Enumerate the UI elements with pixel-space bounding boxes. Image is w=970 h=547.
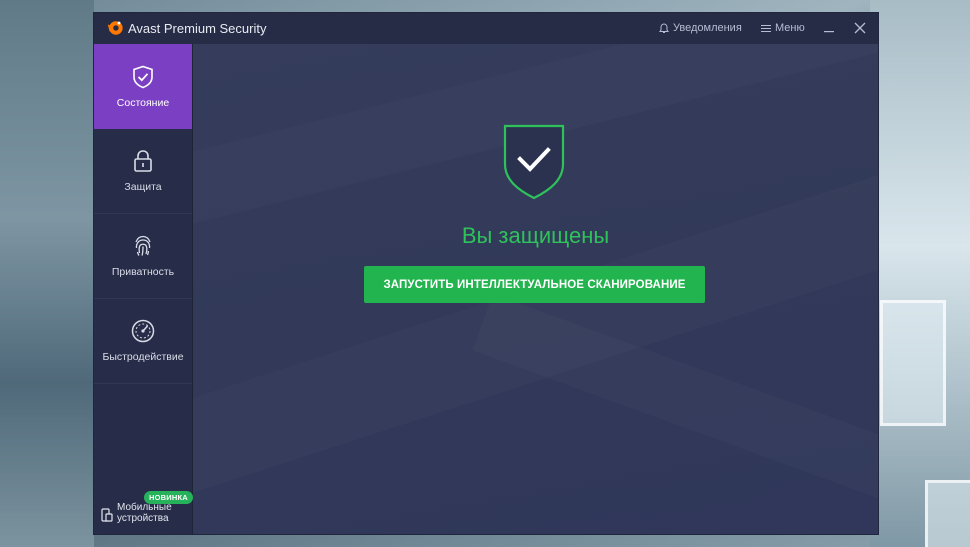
- sidebar-item-privacy[interactable]: Приватность: [94, 214, 192, 299]
- hamburger-icon: [761, 24, 771, 32]
- bell-icon: [659, 22, 669, 33]
- sidebar-item-protection[interactable]: Защита: [94, 129, 192, 214]
- close-button[interactable]: [849, 17, 871, 39]
- app-title: Avast Premium Security: [128, 21, 267, 36]
- fingerprint-icon: [135, 235, 151, 256]
- mobile-devices-label: Мобильные устройства: [117, 502, 187, 524]
- close-icon: [854, 22, 866, 34]
- speedometer-icon: [131, 319, 155, 343]
- sidebar-item-label: Быстродействие: [102, 351, 184, 363]
- desktop-background-right: [870, 0, 970, 547]
- app-window: Avast Premium Security Уведомления Меню: [94, 13, 878, 534]
- title-bar: Avast Premium Security Уведомления Меню: [94, 13, 878, 44]
- sidebar-item-status[interactable]: Состояние: [94, 44, 192, 129]
- desktop-window-logo-pane: [880, 300, 946, 426]
- sidebar-item-label: Защита: [124, 181, 162, 193]
- lock-icon: [134, 150, 152, 172]
- mobile-device-icon: [101, 508, 113, 522]
- sidebar: Состояние Защита Приватность Быстродейст…: [94, 44, 193, 534]
- minimize-button[interactable]: [818, 17, 840, 39]
- notifications-button[interactable]: Уведомления: [659, 22, 742, 34]
- protected-shield-icon: [503, 124, 565, 200]
- desktop-window-logo-pane: [925, 480, 970, 547]
- desktop-background-left: [0, 0, 94, 547]
- mobile-devices-label-line1: Мобильные: [117, 502, 172, 513]
- menu-button[interactable]: Меню: [761, 22, 805, 34]
- smart-scan-button[interactable]: ЗАПУСТИТЬ ИНТЕЛЛЕКТУАЛЬНОЕ СКАНИРОВАНИЕ: [364, 266, 705, 303]
- notifications-label: Уведомления: [673, 22, 742, 34]
- avast-logo-icon: [107, 21, 123, 35]
- sidebar-item-label: Приватность: [111, 266, 175, 278]
- sidebar-item-label: Состояние: [116, 96, 170, 109]
- shield-check-icon: [133, 65, 153, 88]
- menu-label: Меню: [775, 22, 805, 34]
- protection-status-text: Вы защищены: [461, 223, 610, 248]
- sidebar-item-performance[interactable]: Быстродействие: [94, 299, 192, 384]
- minimize-icon: [824, 31, 834, 33]
- mobile-devices-label-line2: устройства: [117, 513, 169, 524]
